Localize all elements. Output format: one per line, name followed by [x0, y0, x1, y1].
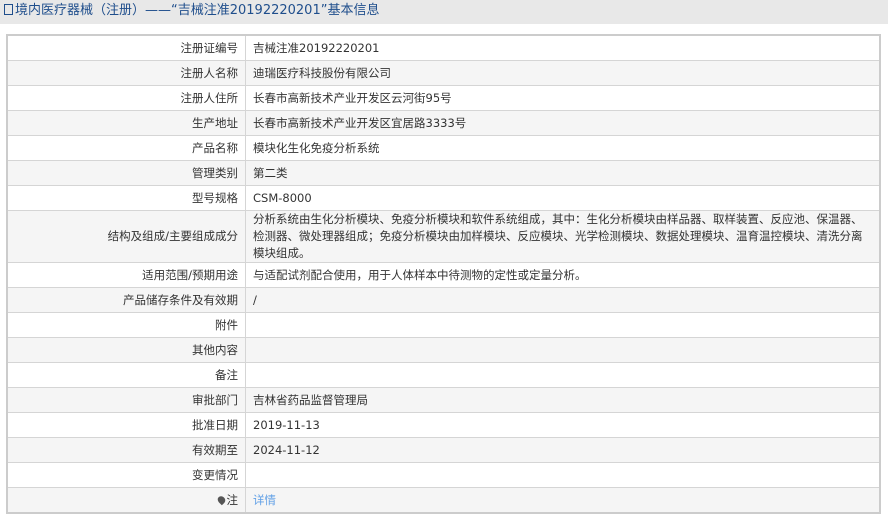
table-row: 注详情 — [6, 487, 881, 514]
row-value: 第二类 — [245, 160, 881, 186]
table-row: 注册证编号 吉械注准20192220201 — [6, 34, 881, 61]
label-text: 管理类别 — [192, 165, 238, 180]
info-table: 注册证编号 吉械注准20192220201 注册人名称 迪瑞医疗科技股份有限公司 注册人… — [6, 34, 881, 514]
label-text: 注册人名称 — [180, 65, 239, 80]
label-text: 产品储存条件及有效期 — [123, 292, 238, 307]
table-row: 注册人名称 迪瑞医疗科技股份有限公司 — [6, 60, 881, 86]
label-text: 结构及组成/主要组成成分 — [107, 229, 238, 243]
row-label: 附件 — [6, 312, 246, 338]
value-text: 2019-11-13 — [253, 417, 320, 432]
value-text: 迪瑞医疗科技股份有限公司 — [253, 65, 391, 80]
label-text: 注 — [226, 492, 239, 507]
table-row: 批准日期 2019-11-13 — [6, 412, 881, 438]
document-icon — [4, 4, 13, 15]
row-value — [245, 312, 881, 338]
table-row: 审批部门 吉林省药品监督管理局 — [6, 387, 881, 413]
label-text: 批准日期 — [192, 417, 238, 432]
row-label: 注 — [6, 487, 246, 514]
value-text: 分析系统由生化分析模块、免疫分析模块和软件系统组成，其中：生化分析模块由样品器、… — [253, 212, 863, 260]
table-row: 结构及组成/主要组成成分 分析系统由生化分析模块、免疫分析模块和软件系统组成，其中… — [6, 210, 881, 263]
row-value: 详情 — [245, 487, 881, 514]
table-row: 管理类别 第二类 — [6, 160, 881, 186]
row-label: 其他内容 — [6, 337, 246, 363]
table-row: 其他内容 — [6, 337, 881, 363]
value-text: 长春市高新技术产业开发区宜居路3333号 — [253, 115, 467, 130]
row-label: 有效期至 — [6, 437, 246, 463]
value-text: 模块化生化免疫分析系统 — [253, 140, 380, 155]
details-link[interactable]: 详情 — [253, 493, 276, 507]
row-label: 审批部门 — [6, 387, 246, 413]
row-value: 与适配试剂配合使用，用于人体样本中待测物的定性或定量分析。 — [245, 262, 881, 288]
label-text: 产品名称 — [192, 140, 238, 155]
label-text: 注册证编号 — [180, 40, 239, 55]
row-value: 2019-11-13 — [245, 412, 881, 438]
page-header: 境内医疗器械（注册）——“吉械注准20192220201”基本信息 — [0, 0, 888, 24]
label-text: 变更情况 — [192, 467, 238, 482]
table-row: 适用范围/预期用途 与适配试剂配合使用，用于人体样本中待测物的定性或定量分析。 — [6, 262, 881, 288]
label-text: 型号规格 — [192, 190, 238, 205]
table-row: 产品名称 模块化生化免疫分析系统 — [6, 135, 881, 161]
row-value: 2024-11-12 — [245, 437, 881, 463]
table-row: 备注 — [6, 362, 881, 388]
table-row: 附件 — [6, 312, 881, 338]
row-label: 生产地址 — [6, 110, 246, 136]
value-text: 2024-11-12 — [253, 442, 320, 457]
row-value: 模块化生化免疫分析系统 — [245, 135, 881, 161]
row-label: 批准日期 — [6, 412, 246, 438]
table-row: 变更情况 — [6, 462, 881, 488]
row-value — [245, 362, 881, 388]
table-row: 注册人住所 长春市高新技术产业开发区云河街95号 — [6, 85, 881, 111]
label-text: 有效期至 — [192, 442, 238, 457]
row-label: 管理类别 — [6, 160, 246, 186]
value-text: 吉林省药品监督管理局 — [253, 392, 368, 407]
label-text: 其他内容 — [192, 342, 238, 357]
row-label: 注册证编号 — [6, 34, 246, 61]
row-value: 吉林省药品监督管理局 — [245, 387, 881, 413]
row-value — [245, 337, 881, 363]
label-text: 注册人住所 — [180, 90, 239, 105]
value-text: 吉械注准20192220201 — [253, 40, 380, 55]
row-value: 分析系统由生化分析模块、免疫分析模块和软件系统组成，其中：生化分析模块由样品器、… — [245, 210, 881, 263]
table-row: 有效期至 2024-11-12 — [6, 437, 881, 463]
row-label: 产品储存条件及有效期 — [6, 287, 246, 313]
row-value: 迪瑞医疗科技股份有限公司 — [245, 60, 881, 86]
label-text: 审批部门 — [192, 392, 238, 407]
label-text: 附件 — [215, 317, 238, 332]
value-text: 与适配试剂配合使用，用于人体样本中待测物的定性或定量分析。 — [253, 267, 587, 282]
row-label: 变更情况 — [6, 462, 246, 488]
row-label: 备注 — [6, 362, 246, 388]
pin-icon — [215, 494, 227, 505]
label-text: 适用范围/预期用途 — [142, 267, 238, 282]
table-row: 生产地址 长春市高新技术产业开发区宜居路3333号 — [6, 110, 881, 136]
value-text: 长春市高新技术产业开发区云河街95号 — [253, 90, 452, 105]
row-label: 型号规格 — [6, 185, 246, 211]
value-text: 第二类 — [253, 165, 288, 180]
row-value — [245, 462, 881, 488]
row-label: 适用范围/预期用途 — [6, 262, 246, 288]
row-value: CSM-8000 — [245, 185, 881, 211]
row-label: 注册人住所 — [6, 85, 246, 111]
label-text: 备注 — [215, 367, 238, 382]
row-value: 长春市高新技术产业开发区云河街95号 — [245, 85, 881, 111]
row-label: 结构及组成/主要组成成分 — [6, 210, 246, 263]
row-value: 吉械注准20192220201 — [245, 34, 881, 61]
table-row: 型号规格 CSM-8000 — [6, 185, 881, 211]
page-title: 境内医疗器械（注册）——“吉械注准20192220201”基本信息 — [15, 3, 380, 18]
table-row: 产品储存条件及有效期 / — [6, 287, 881, 313]
value-text: CSM-8000 — [253, 190, 312, 205]
row-label: 注册人名称 — [6, 60, 246, 86]
label-text: 生产地址 — [192, 115, 238, 130]
row-value: / — [245, 287, 881, 313]
row-value: 长春市高新技术产业开发区宜居路3333号 — [245, 110, 881, 136]
row-label: 产品名称 — [6, 135, 246, 161]
value-text: / — [253, 292, 257, 307]
